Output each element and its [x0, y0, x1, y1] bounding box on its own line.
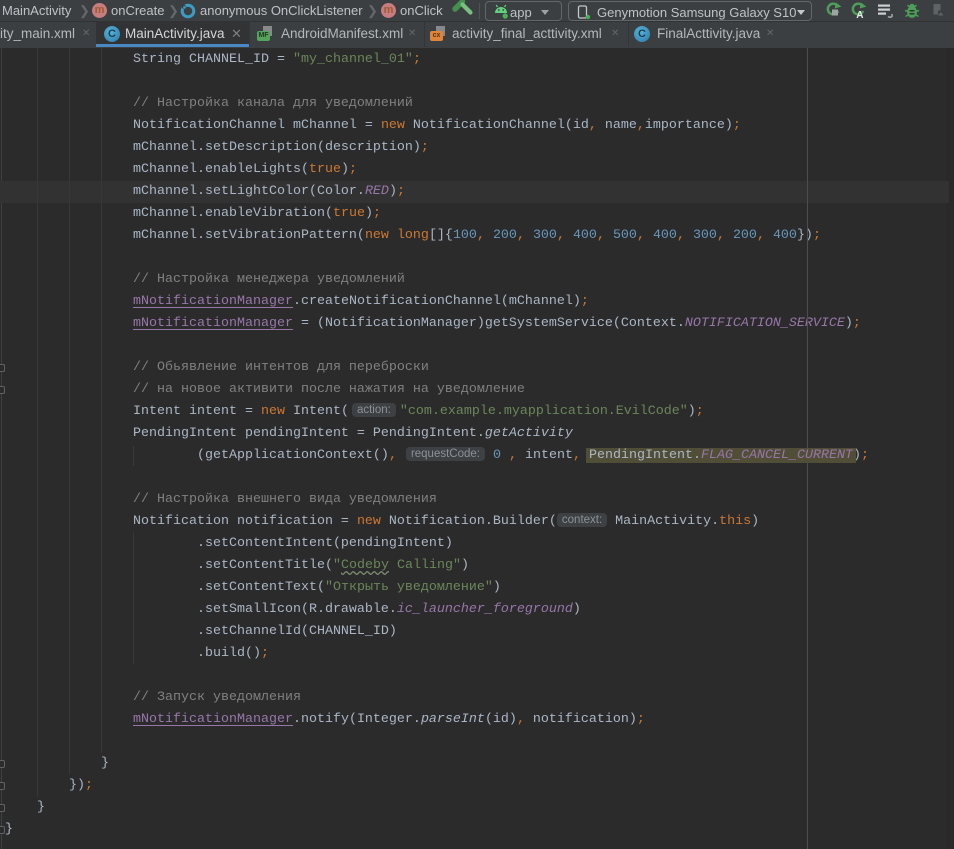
svg-text:A: A: [856, 10, 863, 19]
